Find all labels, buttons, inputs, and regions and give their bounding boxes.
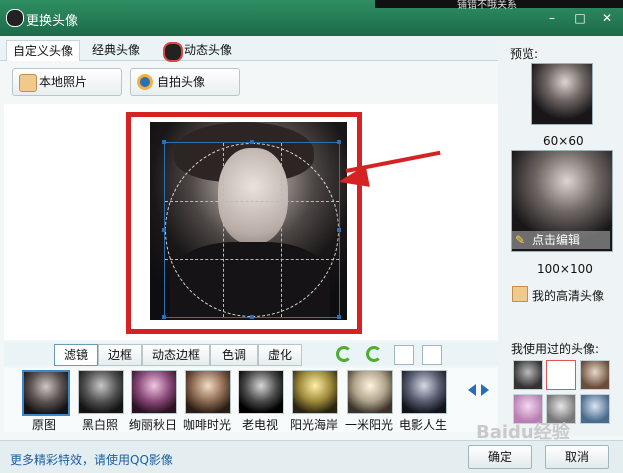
preview-small-size: 60×60 — [543, 134, 584, 148]
webcam-icon — [137, 74, 153, 90]
history-avatar[interactable] — [546, 360, 576, 390]
crop-handle[interactable] — [250, 140, 254, 144]
crop-circle-guide — [165, 143, 339, 317]
filter-label: 咖啡时光 — [182, 418, 231, 432]
filter-thumb[interactable] — [22, 370, 70, 416]
grid-toggle-icon[interactable] — [394, 345, 414, 365]
crop-handle[interactable] — [162, 315, 166, 319]
crop-handle[interactable] — [337, 140, 341, 144]
cancel-button[interactable]: 取消 — [545, 445, 609, 469]
history-avatar[interactable] — [580, 360, 610, 390]
selfie-button[interactable]: 自拍头像 — [130, 68, 240, 96]
history-heading: 我使用过的头像: — [511, 342, 600, 356]
grid-line — [165, 201, 339, 202]
hd-avatar-link[interactable]: 我的高清头像 — [532, 287, 604, 304]
circle-crop-icon[interactable] — [422, 345, 442, 365]
filter-thumb[interactable] — [78, 370, 124, 414]
crop-handle[interactable] — [337, 315, 341, 319]
history-avatar[interactable] — [513, 360, 543, 390]
close-icon[interactable]: ✕ — [601, 12, 613, 24]
scroll-right-icon[interactable] — [481, 384, 489, 396]
edit-label: 点击编辑 — [532, 233, 581, 247]
tab-classic-avatar[interactable]: 经典头像 — [86, 40, 146, 60]
pencil-icon: ✎ — [515, 233, 526, 247]
rotate-left-icon[interactable] — [336, 346, 352, 362]
qq-image-link[interactable]: 更多精彩特效，请使用QQ影像 — [10, 451, 173, 468]
filter-thumb[interactable] — [292, 370, 338, 414]
filter-label: 黑白照 — [81, 418, 118, 432]
filter-thumb[interactable] — [185, 370, 231, 414]
grid-line — [281, 143, 282, 317]
filter-label: 原图 — [31, 418, 56, 432]
crop-handle[interactable] — [337, 228, 341, 232]
grid-line — [223, 143, 224, 317]
hd-avatar-icon — [512, 286, 528, 302]
filter-label: 老电视 — [241, 418, 278, 432]
filter-label: 绚丽秋日 — [128, 418, 177, 432]
crop-handle[interactable] — [250, 315, 254, 319]
filter-label: 阳光海岸 — [289, 418, 338, 432]
minimize-icon[interactable]: – — [546, 12, 558, 24]
tab-border[interactable]: 边框 — [98, 344, 142, 366]
preview-large-size: 100×100 — [537, 262, 593, 276]
local-photo-button[interactable]: 本地照片 — [12, 68, 122, 96]
confirm-button[interactable]: 确定 — [468, 445, 532, 469]
maximize-icon[interactable]: □ — [574, 12, 586, 24]
scroll-left-icon[interactable] — [468, 384, 476, 396]
person-photo-icon — [19, 74, 37, 92]
history-avatar[interactable] — [580, 394, 610, 424]
tab-custom-avatar[interactable]: 自定义头像 — [6, 40, 81, 61]
preview-small-image — [531, 63, 593, 125]
tab-tone[interactable]: 色调 — [210, 344, 258, 366]
edit-overlay[interactable]: ✎ 点击编辑 — [512, 231, 610, 249]
grid-line — [165, 259, 339, 260]
tab-filter[interactable]: 滤镜 — [54, 344, 98, 366]
qq-logo-icon — [6, 9, 24, 27]
background-window-strip: 铺错不哦关系 — [375, 0, 623, 11]
tab-blur[interactable]: 虚化 — [258, 344, 302, 366]
window-title: 更换头像 — [26, 14, 79, 29]
tab-dynamic-avatar[interactable]: 动态头像 — [178, 40, 238, 60]
filter-label: 电影人生 — [398, 418, 447, 432]
filter-label: 一米阳光 — [344, 418, 393, 432]
background-text: 铺错不哦关系 — [457, 0, 517, 11]
crop-handle[interactable] — [162, 140, 166, 144]
filter-thumb[interactable] — [347, 370, 393, 414]
tab-dynamic-border[interactable]: 动态边框 — [142, 344, 210, 366]
filter-thumb[interactable] — [238, 370, 284, 414]
local-photo-label: 本地照片 — [39, 75, 88, 89]
preview-heading: 预览: — [510, 47, 539, 61]
selfie-label: 自拍头像 — [157, 75, 206, 89]
crop-handle[interactable] — [162, 228, 166, 232]
rotate-right-icon[interactable] — [366, 346, 382, 362]
filter-thumb[interactable] — [401, 370, 447, 414]
filter-thumb[interactable] — [131, 370, 177, 414]
crop-selection[interactable] — [162, 140, 341, 319]
